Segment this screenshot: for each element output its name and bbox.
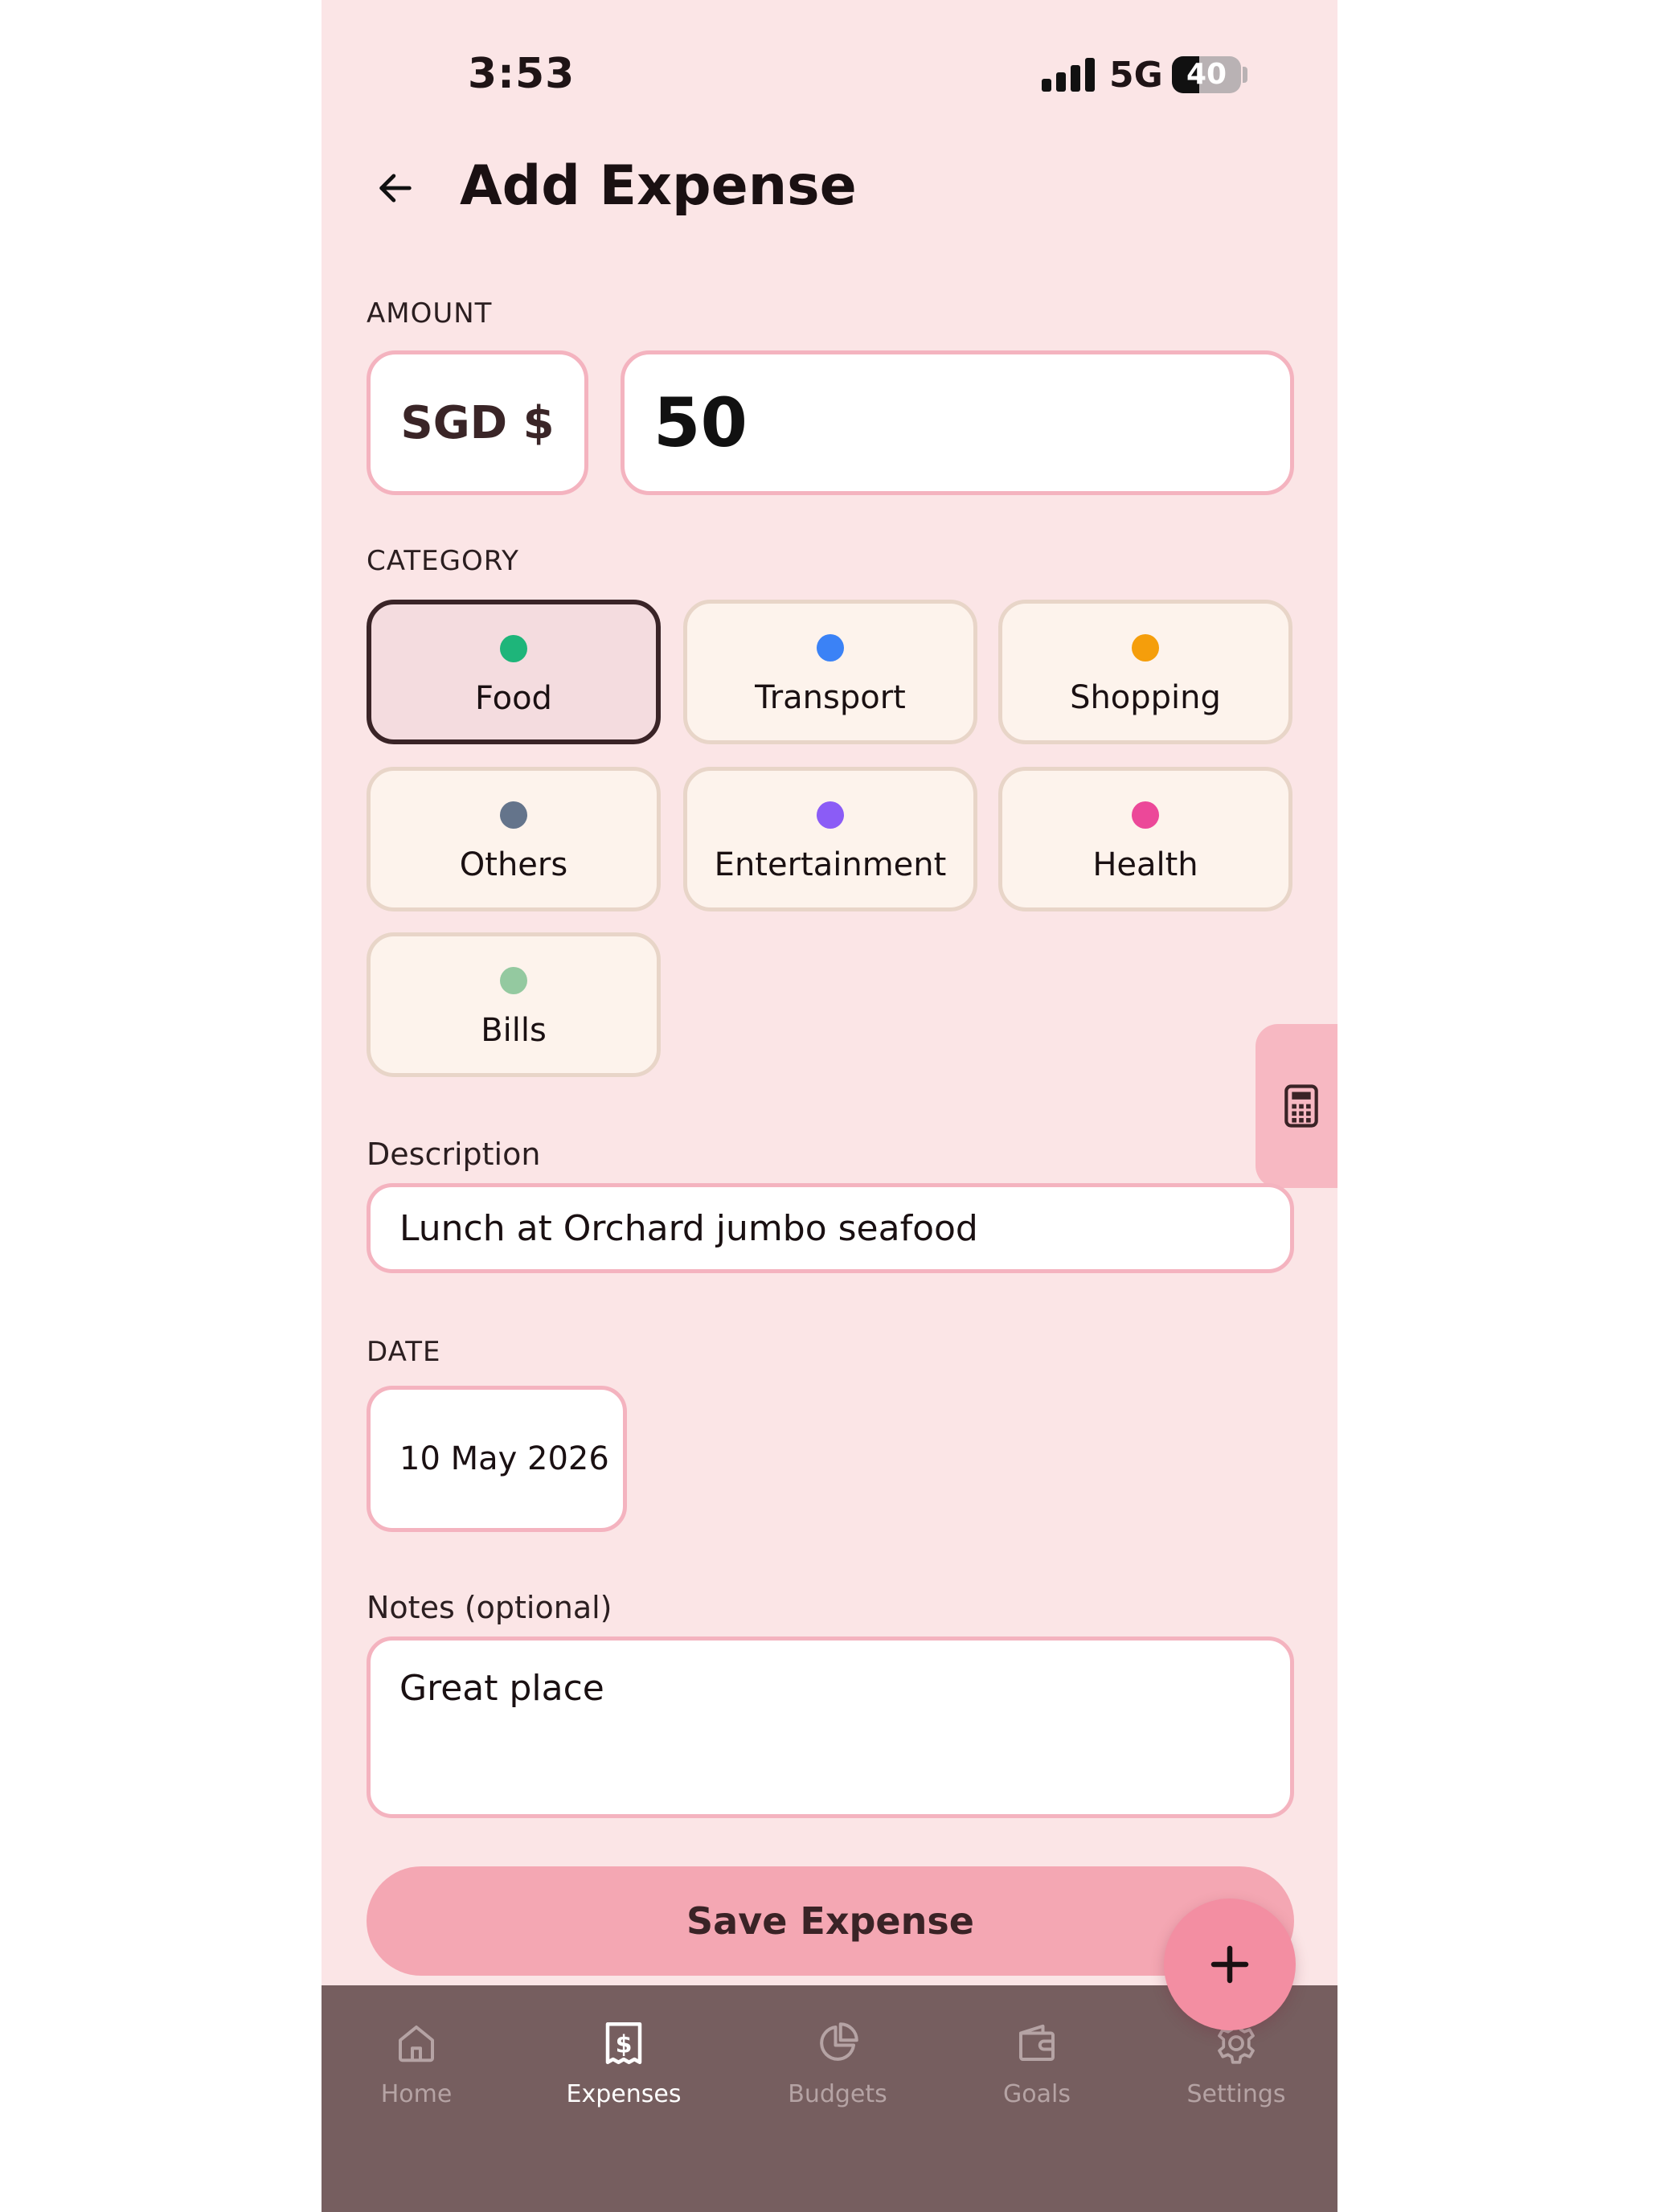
status-time: 3:53: [468, 50, 576, 98]
nav-home[interactable]: Home: [344, 2019, 489, 2132]
nav-budgets[interactable]: Budgets: [765, 2019, 910, 2132]
save-expense-button[interactable]: Save Expense: [367, 1866, 1294, 1976]
plus-icon: [1210, 1945, 1249, 1984]
battery-tip: [1243, 67, 1247, 83]
back-button[interactable]: [367, 159, 424, 217]
category-label-text: Others: [459, 846, 568, 883]
amount-label: AMOUNT: [367, 297, 493, 330]
nav-expenses[interactable]: $ Expenses: [551, 2019, 696, 2132]
category-color-dot: [500, 801, 527, 829]
category-color-dot: [500, 967, 527, 994]
category-color-dot: [1132, 801, 1159, 829]
category-shopping[interactable]: Shopping: [998, 600, 1292, 744]
nav-goals[interactable]: Goals: [965, 2019, 1109, 2132]
category-label-text: Shopping: [1070, 679, 1221, 716]
category-food[interactable]: Food: [367, 600, 661, 744]
nav-settings[interactable]: Settings: [1164, 2019, 1309, 2132]
home-icon: [399, 2026, 434, 2062]
nav-label: Home: [380, 2080, 453, 2108]
add-button[interactable]: [1164, 1899, 1296, 2030]
nav-label: Expenses: [566, 2080, 682, 2108]
nav-label: Goals: [1003, 2080, 1071, 2108]
svg-text:$: $: [616, 2030, 633, 2058]
signal-icon: [1042, 58, 1095, 92]
nav-label: Budgets: [788, 2080, 887, 2108]
page-title: Add Expense: [460, 154, 857, 218]
wallet-icon: [1019, 2024, 1055, 2061]
pie-chart-icon: [820, 2022, 858, 2061]
category-entertainment[interactable]: Entertainment: [683, 767, 977, 911]
category-color-dot: [1132, 634, 1159, 662]
bottom-navigation: Home $ Expenses Budgets Goals Settings: [322, 1985, 1337, 2212]
category-health[interactable]: Health: [998, 767, 1292, 911]
category-label-text: Transport: [755, 679, 906, 716]
date-picker[interactable]: 10 May 2026: [367, 1386, 627, 1532]
category-label-text: Bills: [481, 1012, 547, 1049]
category-transport[interactable]: Transport: [683, 600, 977, 744]
network-label: 5G: [1109, 55, 1163, 96]
notes-textarea[interactable]: Great place: [367, 1636, 1294, 1818]
category-others[interactable]: Others: [367, 767, 661, 911]
nav-label: Settings: [1186, 2080, 1286, 2108]
receipt-dollar-icon: $: [605, 2022, 642, 2064]
category-label-text: Food: [475, 680, 552, 717]
amount-input[interactable]: 50: [621, 350, 1294, 495]
description-label: Description: [367, 1137, 541, 1172]
category-color-dot: [817, 801, 844, 829]
notes-label: Notes (optional): [367, 1590, 612, 1625]
category-label-text: Entertainment: [714, 846, 947, 883]
category-label-text: Health: [1092, 846, 1198, 883]
calculator-icon: [1284, 1084, 1318, 1128]
arrow-left-icon: [379, 174, 412, 203]
category-label: CATEGORY: [367, 545, 519, 577]
category-bills[interactable]: Bills: [367, 932, 661, 1077]
currency-selector[interactable]: SGD $: [367, 350, 588, 495]
category-color-dot: [817, 634, 844, 662]
phone-screen: 3:53 5G 40 Add Expense AMOUNT SGD $ 50 C…: [322, 0, 1337, 2212]
category-color-dot: [500, 635, 527, 662]
battery-icon: 40: [1172, 56, 1241, 93]
calculator-button[interactable]: [1256, 1024, 1337, 1188]
description-input[interactable]: Lunch at Orchard jumbo seafood: [367, 1183, 1294, 1273]
battery-percent: 40: [1186, 58, 1227, 91]
date-label: DATE: [367, 1336, 441, 1368]
